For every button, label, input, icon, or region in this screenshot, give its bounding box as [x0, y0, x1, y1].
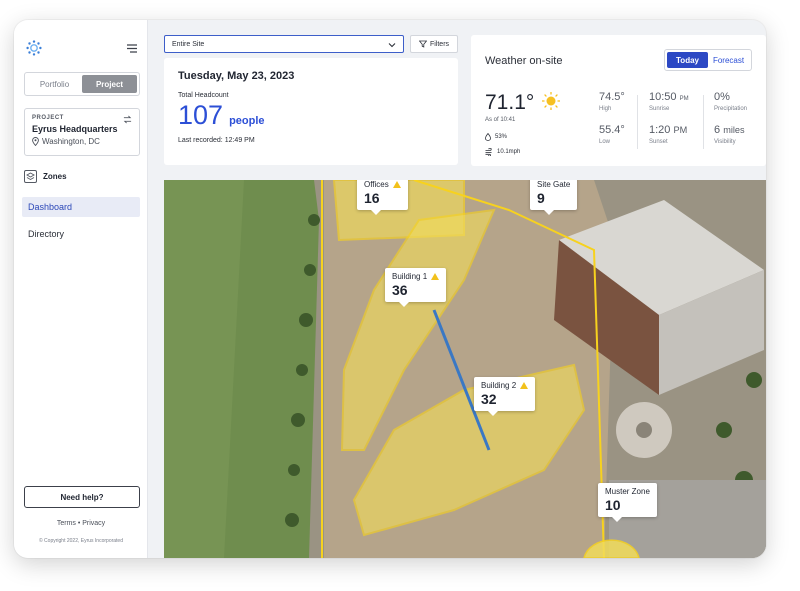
- zone-count: 9: [537, 190, 545, 206]
- project-name: Eyrus Headquarters: [32, 124, 118, 134]
- eyrus-logo-icon: [26, 40, 42, 56]
- zone-count: 10: [605, 497, 621, 513]
- menu-icon[interactable]: [126, 42, 138, 54]
- tab-today[interactable]: Today: [667, 52, 708, 68]
- project-label: PROJECT: [32, 115, 64, 121]
- headcount-unit: people: [229, 115, 265, 127]
- droplet-icon: [485, 133, 491, 141]
- last-recorded: Last recorded: 12:49 PM: [178, 137, 255, 144]
- warning-icon: [431, 273, 440, 280]
- app-window: Portfolio Project PROJECT Eyrus Headquar…: [14, 20, 766, 558]
- sunset-time: 1:20: [649, 124, 671, 136]
- warning-icon: [392, 181, 401, 188]
- divider: [637, 95, 638, 149]
- zone-count: 32: [481, 391, 497, 407]
- zone-muster[interactable]: Muster Zone 10: [598, 483, 657, 522]
- zone-offices[interactable]: Offices 16: [357, 180, 408, 215]
- current-temperature: 71.1°: [485, 91, 535, 114]
- zone-name: Muster Zone: [605, 487, 650, 496]
- portfolio-project-toggle: Portfolio Project: [24, 72, 140, 96]
- site-map[interactable]: Offices 16 Site Gate 9 Building 1 36 Bui…: [164, 180, 766, 558]
- sunrise-label: Sunrise: [649, 106, 670, 112]
- wind-icon: [485, 148, 492, 156]
- aerial-site-image: [164, 180, 766, 558]
- chevron-down-icon: [388, 43, 396, 48]
- zones-label: Zones: [43, 171, 67, 181]
- swap-icon[interactable]: [123, 115, 132, 124]
- filters-label: Filters: [429, 40, 450, 48]
- site-select[interactable]: Entire Site: [164, 35, 404, 53]
- sun-icon: [542, 92, 560, 110]
- precipitation-value: 0%: [714, 91, 730, 103]
- weather-toggle: Today Forecast: [664, 49, 752, 71]
- copyright: © Copyright 2022, Eyrus Incorporated: [38, 538, 123, 544]
- nav-dashboard[interactable]: Dashboard: [22, 197, 140, 217]
- filter-icon: [418, 40, 427, 48]
- sunset-label: Sunset: [649, 139, 668, 145]
- wind-value: 10.1mph: [497, 149, 521, 155]
- zone-name: Site Gate: [537, 180, 571, 189]
- wind: 10.1mph: [485, 148, 520, 156]
- project-selector[interactable]: PROJECT Eyrus Headquarters Washington, D…: [24, 108, 140, 156]
- site-select-value: Entire Site: [172, 40, 205, 48]
- zone-count: 36: [392, 282, 408, 298]
- zone-name: Offices: [364, 180, 389, 189]
- zone-count: 16: [364, 190, 380, 206]
- tab-project[interactable]: Project: [82, 75, 137, 93]
- nav-directory[interactable]: Directory: [22, 224, 140, 244]
- humidity-value: 53%: [495, 134, 508, 140]
- weather-title: Weather on-site: [485, 55, 563, 67]
- sidebar: Portfolio Project PROJECT Eyrus Headquar…: [14, 20, 148, 558]
- sunrise-time: 10:50: [649, 91, 677, 103]
- sunrise-unit: PM: [679, 96, 689, 102]
- total-headcount-label: Total Headcount: [178, 92, 229, 99]
- headcount-card: Tuesday, May 23, 2023 Total Headcount 10…: [164, 58, 458, 165]
- tab-forecast[interactable]: Forecast: [708, 52, 749, 68]
- precipitation-label: Precipitation: [714, 106, 748, 112]
- sun-times-column: 10:50 PM Sunrise 1:20 PM Sunset: [649, 91, 689, 145]
- visibility-label: Visibility: [714, 139, 736, 145]
- sunset-unit: PM: [673, 125, 688, 135]
- zone-name: Building 1: [392, 272, 428, 281]
- visibility-unit: miles: [723, 125, 745, 135]
- zones-link[interactable]: Zones: [24, 168, 67, 184]
- high-label: High: [599, 106, 612, 112]
- zone-name: Building 2: [481, 381, 517, 390]
- low-label: Low: [599, 139, 611, 145]
- footer-links[interactable]: Terms • Privacy: [14, 520, 148, 527]
- high-temp: 74.5°: [599, 91, 625, 103]
- filters-button[interactable]: Filters: [410, 35, 458, 53]
- headcount-row: 107 people: [178, 100, 444, 131]
- project-location: Washington, DC: [32, 137, 132, 146]
- low-temp: 55.4°: [599, 124, 625, 136]
- zone-building-1[interactable]: Building 1 36: [385, 268, 447, 307]
- current-date: Tuesday, May 23, 2023: [178, 70, 295, 82]
- zone-building-2[interactable]: Building 2 32: [474, 377, 536, 416]
- weather-as-of: As of 10:41: [485, 117, 516, 123]
- project-location-text: Washington, DC: [42, 137, 100, 146]
- warning-icon: [520, 382, 529, 389]
- humidity: 53%: [485, 133, 507, 141]
- zones-icon: [24, 169, 37, 183]
- high-low-column: 74.5° High 55.4° Low: [599, 91, 625, 145]
- zone-site-gate[interactable]: Site Gate 9: [530, 180, 578, 215]
- divider: [703, 95, 704, 149]
- need-help-button[interactable]: Need help?: [24, 486, 140, 508]
- visibility-value: 6: [714, 124, 721, 136]
- weather-card: Weather on-site Today Forecast 71.1° As …: [471, 35, 766, 166]
- tab-portfolio[interactable]: Portfolio: [27, 75, 82, 93]
- location-pin-icon: [32, 137, 39, 146]
- precip-visibility-column: 0% Precipitation 6 miles Visibility: [714, 91, 747, 145]
- headcount-value: 107: [178, 100, 224, 130]
